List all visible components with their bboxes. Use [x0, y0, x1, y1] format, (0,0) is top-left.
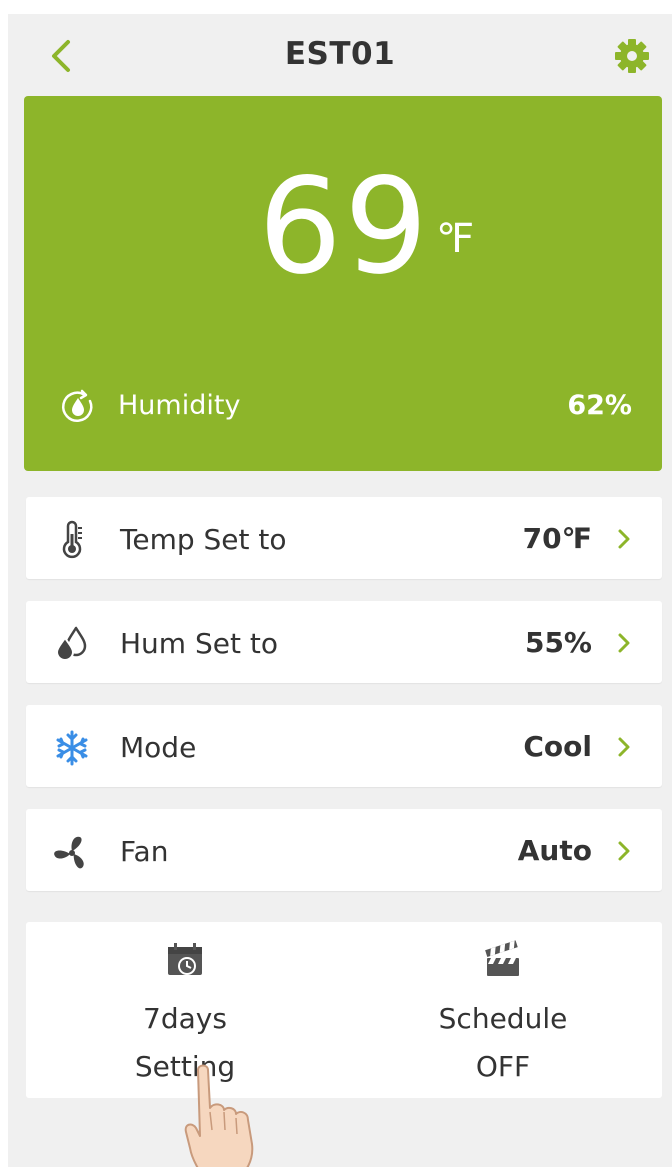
settings-button[interactable] — [614, 38, 650, 74]
seven-days-sublabel: Setting — [134, 1050, 236, 1083]
page-title: EST01 — [284, 36, 396, 72]
snowflake-icon — [56, 730, 88, 766]
seven-days-label: 7days — [143, 1002, 227, 1035]
fan-row[interactable]: Fan Auto — [26, 809, 662, 891]
seven-days-setting-button[interactable]: 7days Setting — [26, 922, 344, 1098]
chevron-right-icon — [618, 633, 630, 653]
mode-label: Mode — [120, 731, 197, 764]
chevron-right-icon — [618, 529, 630, 549]
schedule-toggle-button[interactable]: Schedule OFF — [344, 922, 662, 1098]
fan-label: Fan — [120, 835, 169, 868]
mode-value: Cool — [523, 730, 592, 763]
humidity-label: Humidity — [118, 390, 241, 421]
header-bar: EST01 — [8, 14, 672, 96]
chevron-right-icon — [618, 737, 630, 757]
humidity-setpoint-label: Hum Set to — [120, 627, 278, 660]
fan-icon — [54, 836, 84, 869]
temp-setpoint-row[interactable]: Temp Set to 70℉ — [26, 497, 662, 579]
current-conditions-card: 69 ℉ Humidity 62% — [24, 96, 662, 471]
humidity-icon — [62, 389, 93, 422]
app-screen: EST01 69 ℉ Humidity 62% Temp Set to 70℉ … — [8, 14, 672, 1167]
mode-row[interactable]: Mode Cool — [26, 705, 662, 787]
gear-icon — [615, 39, 649, 73]
bottom-actions-card: 7days Setting Schedule OFF — [26, 922, 662, 1098]
droplets-icon — [55, 626, 87, 661]
temp-setpoint-value: 70℉ — [522, 522, 592, 555]
current-temperature: 69 — [258, 150, 430, 304]
fan-value: Auto — [517, 834, 592, 867]
chevron-right-icon — [618, 841, 630, 861]
calendar-clock-icon — [168, 943, 202, 975]
schedule-status: OFF — [475, 1050, 531, 1083]
schedule-label: Schedule — [438, 1002, 568, 1035]
humidity-setpoint-value: 55% — [524, 626, 592, 659]
thermometer-icon — [62, 520, 82, 559]
humidity-setpoint-row[interactable]: Hum Set to 55% — [26, 601, 662, 683]
temp-setpoint-label: Temp Set to — [120, 523, 287, 556]
temperature-unit: ℉ — [436, 216, 475, 262]
humidity-value: 62% — [567, 390, 632, 421]
clapperboard-icon — [485, 940, 519, 976]
